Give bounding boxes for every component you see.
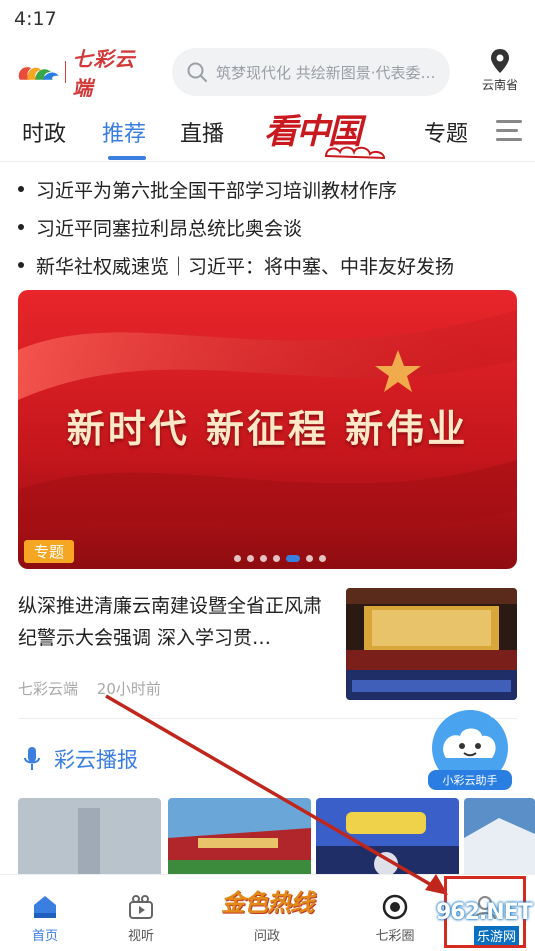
broadcast-label: 彩云播报	[54, 748, 138, 772]
channel-tabs: 时政 推荐 直播 看中国 专题	[0, 104, 535, 162]
video-camera-icon	[129, 895, 153, 919]
card-image	[464, 798, 535, 878]
carousel-dot-active[interactable]	[286, 555, 300, 562]
broadcast-card-row	[18, 798, 535, 878]
nav-media[interactable]: 视听	[106, 893, 176, 944]
news-title: 纵深推进清廉云南建设暨全省正风肃纪警示大会强调 深入学习贯…	[18, 595, 323, 649]
bullet-icon	[18, 186, 24, 192]
carousel-dot[interactable]	[247, 555, 254, 562]
cloud-ornament-icon	[324, 146, 386, 160]
broadcast-card[interactable]	[464, 798, 535, 878]
headline-text: 新华社权威速览｜习近平：将中塞、中非友好发扬	[36, 255, 455, 278]
channel-menu-icon[interactable]	[496, 120, 522, 144]
active-tab-indicator	[108, 156, 146, 160]
status-bar: 4:17	[0, 0, 535, 38]
carousel-dot[interactable]	[273, 555, 280, 562]
banner-tag: 专题	[24, 540, 75, 563]
nav-circle-label: 七彩圈	[375, 929, 415, 944]
watermark-subtext: 乐游网	[474, 926, 520, 945]
assistant-label: 小彩云助手	[428, 770, 512, 790]
broadcast-section-header[interactable]: 彩云播报	[22, 744, 138, 774]
news-thumbnail	[346, 588, 517, 700]
microphone-icon	[24, 747, 40, 770]
card-image	[18, 798, 161, 878]
carousel-indicator	[234, 555, 332, 562]
news-meta: 七彩云端 20小时前	[18, 678, 161, 699]
tab-recommended[interactable]: 推荐	[102, 116, 146, 148]
broadcast-card[interactable]	[168, 798, 311, 878]
location-button[interactable]: 云南省	[476, 48, 524, 98]
news-source: 七彩云端	[18, 680, 79, 698]
carousel-dot[interactable]	[319, 555, 326, 562]
tab-kanzhongguo[interactable]: 看中国	[262, 104, 392, 162]
location-label: 云南省	[481, 78, 518, 92]
broadcast-card[interactable]	[316, 798, 459, 878]
nav-hotline[interactable]: 金色热线 问政	[212, 883, 322, 947]
top-bar: 七彩云端 筑梦现代化 共绘新图景·代表委… 云南省	[0, 46, 535, 100]
status-time: 4:17	[14, 8, 57, 30]
bullet-icon	[18, 224, 24, 230]
card-image	[316, 798, 459, 878]
card-image	[168, 798, 311, 878]
search-icon	[187, 62, 207, 82]
close-icon[interactable]: ×	[488, 702, 503, 723]
headline-item[interactable]: 习近平为第六批全国干部学习培训教材作序	[18, 170, 518, 208]
hotline-logo: 金色热线	[221, 889, 314, 917]
carousel-dot[interactable]	[234, 555, 241, 562]
headline-item[interactable]: 新华社权威速览｜习近平：将中塞、中非友好发扬	[18, 246, 518, 284]
nav-home-label: 首页	[31, 929, 58, 944]
broadcast-card[interactable]	[18, 798, 161, 878]
nav-media-label: 视听	[127, 929, 154, 944]
search-placeholder: 筑梦现代化 共绘新图景·代表委…	[216, 63, 436, 82]
watermark-text: 962.NET	[436, 900, 533, 925]
conference-hall-image	[346, 588, 517, 700]
nav-circle[interactable]: 七彩圈	[360, 893, 430, 944]
headline-list: 习近平为第六批全国干部学习培训教材作序 习近平同塞拉利昂总统比奥会谈 新华社权威…	[18, 170, 518, 284]
headline-text: 习近平同塞拉利昂总统比奥会谈	[36, 217, 303, 240]
carousel-dot[interactable]	[306, 555, 313, 562]
carousel-dot[interactable]	[260, 555, 267, 562]
nav-home[interactable]: 首页	[10, 893, 80, 944]
feature-banner[interactable]: 新时代 新征程 新伟业 专题	[18, 290, 517, 569]
headline-text: 习近平为第六批全国干部学习培训教材作序	[36, 179, 398, 202]
nav-hotline-label: 问政	[253, 929, 280, 944]
news-item[interactable]: 纵深推进清廉云南建设暨全省正风肃纪警示大会强调 深入学习贯… 七彩云端 20小时…	[18, 588, 517, 706]
home-icon	[34, 896, 56, 918]
banner-title: 新时代 新征程 新伟业	[66, 407, 469, 451]
tab-special-topics[interactable]: 专题	[424, 116, 468, 148]
tab-live[interactable]: 直播	[180, 116, 224, 148]
headline-item[interactable]: 习近平同塞拉利昂总统比奥会谈	[18, 208, 518, 246]
logo-text: 七彩云端	[72, 47, 136, 100]
tab-politics[interactable]: 时政	[22, 116, 66, 148]
assistant-floating-button[interactable]: × 小彩云助手	[424, 702, 516, 796]
news-time: 20小时前	[96, 680, 161, 698]
app-logo[interactable]: 七彩云端	[14, 47, 154, 100]
camera-lens-icon	[382, 894, 408, 920]
location-pin-icon	[491, 49, 509, 73]
bullet-icon	[18, 262, 24, 268]
search-bar[interactable]: 筑梦现代化 共绘新图景·代表委…	[172, 48, 450, 96]
logo-rings-icon	[18, 67, 59, 80]
logo-divider	[64, 61, 67, 83]
